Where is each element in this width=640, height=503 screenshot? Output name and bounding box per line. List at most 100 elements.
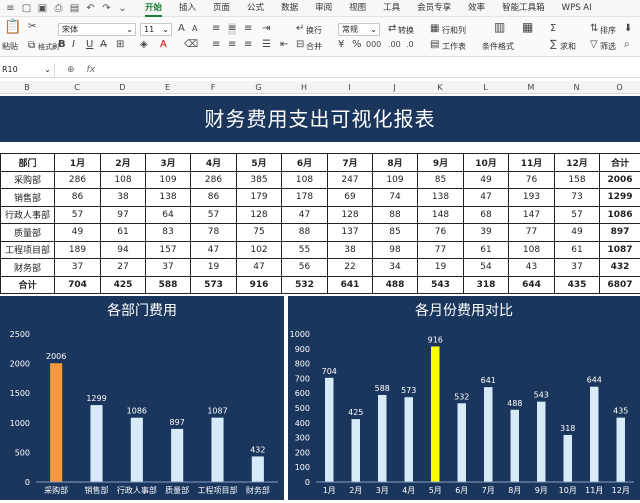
header-cell[interactable]: 5月 [237,154,282,172]
total-value-cell[interactable]: 573 [191,276,237,294]
value-cell[interactable]: 179 [237,189,282,207]
worksheet-icon[interactable]: ▤ [430,39,439,51]
paste-button[interactable]: 粘贴 [2,41,18,52]
value-cell[interactable]: 2006 [600,171,640,189]
row-col-icon[interactable]: ▦ [430,23,439,35]
value-cell[interactable]: 128 [237,206,282,224]
value-cell[interactable]: 286 [55,171,101,189]
bar[interactable] [537,402,545,482]
value-cell[interactable]: 38 [101,189,146,207]
total-value-cell[interactable]: 488 [373,276,418,294]
value-cell[interactable]: 97 [101,206,146,224]
value-cell[interactable]: 38 [328,241,373,259]
bar[interactable] [511,410,519,482]
column-header[interactable]: N [554,81,599,94]
value-cell[interactable]: 108 [282,171,328,189]
fill-color-icon[interactable]: ◈ [140,39,148,51]
value-cell[interactable]: 86 [191,189,237,207]
bar[interactable] [458,403,466,482]
eraser-icon[interactable]: ⌫ [184,39,198,51]
value-cell[interactable]: 43 [509,259,555,277]
department-cell[interactable]: 行政人事部 [1,206,55,224]
column-header[interactable]: G [236,81,281,94]
value-cell[interactable]: 61 [464,241,509,259]
currency-icon[interactable]: ¥ [338,39,344,51]
column-header[interactable]: L [463,81,508,94]
underline-icon[interactable]: U [86,39,93,51]
bar[interactable] [252,456,264,482]
value-cell[interactable]: 385 [237,171,282,189]
font-grow-icon[interactable]: A [178,23,185,35]
tab-9[interactable]: 效率 [468,0,485,17]
value-cell[interactable]: 56 [282,259,328,277]
total-value-cell[interactable]: 425 [101,276,146,294]
value-cell[interactable]: 1299 [600,189,640,207]
column-header[interactable]: K [417,81,463,94]
value-cell[interactable]: 178 [282,189,328,207]
value-cell[interactable]: 86 [55,189,101,207]
value-cell[interactable]: 98 [373,241,418,259]
column-header[interactable]: D [100,81,145,94]
worksheet-button[interactable]: 工作表 [442,41,466,52]
value-cell[interactable]: 138 [418,189,464,207]
increase-decimal-icon[interactable]: .00 [388,39,401,51]
header-cell[interactable]: 8月 [373,154,418,172]
chevron-down-icon[interactable]: ⌄ [117,3,128,14]
value-cell[interactable]: 138 [146,189,191,207]
bar[interactable] [90,405,102,482]
header-cell[interactable]: 1月 [55,154,101,172]
comma-icon[interactable]: 000 [366,39,381,51]
convert-button[interactable]: 转换 [398,25,414,36]
conditional-format-icon[interactable]: ▥ [494,21,505,33]
value-cell[interactable]: 54 [464,259,509,277]
value-cell[interactable]: 286 [191,171,237,189]
bar[interactable] [590,387,598,482]
tab-10[interactable]: 智能工具箱 [502,0,545,17]
tab-0[interactable]: 开始 [145,0,162,17]
value-cell[interactable]: 1087 [600,241,640,259]
value-cell[interactable]: 55 [282,241,328,259]
wrap-button[interactable]: 换行 [306,25,322,36]
formula-input[interactable] [95,63,640,77]
value-cell[interactable]: 88 [282,224,328,242]
value-cell[interactable]: 189 [55,241,101,259]
tab-7[interactable]: 工具 [383,0,400,17]
sum-button[interactable]: 求和 [560,41,576,52]
header-cell[interactable]: 12月 [555,154,600,172]
font-size-select[interactable]: 11⌄ [140,23,172,36]
bar[interactable] [50,363,62,482]
bold-icon[interactable]: B [58,39,66,51]
name-box[interactable]: R10⌄ [0,63,55,77]
value-cell[interactable]: 49 [555,224,600,242]
total-value-cell[interactable]: 644 [509,276,555,294]
undo-icon[interactable]: ↶ [85,3,96,14]
table-style-icon[interactable]: ▦ [522,21,533,33]
header-cell[interactable]: 10月 [464,154,509,172]
value-cell[interactable]: 47 [237,259,282,277]
tab-5[interactable]: 审阅 [315,0,332,17]
value-cell[interactable]: 85 [373,224,418,242]
value-cell[interactable]: 109 [373,171,418,189]
value-cell[interactable]: 27 [101,259,146,277]
value-cell[interactable]: 76 [509,171,555,189]
value-cell[interactable]: 432 [600,259,640,277]
total-value-cell[interactable]: 435 [555,276,600,294]
value-cell[interactable]: 108 [101,171,146,189]
value-cell[interactable]: 83 [146,224,191,242]
bar[interactable] [564,435,572,482]
align-left-icon[interactable]: ≡ [212,39,220,51]
percent-icon[interactable]: % [352,39,362,51]
value-cell[interactable]: 77 [509,224,555,242]
find-icon[interactable]: ⌕ [624,39,630,51]
value-cell[interactable]: 128 [328,206,373,224]
sum-icon[interactable]: Σ [550,23,556,35]
tab-1[interactable]: 插入 [179,0,196,17]
value-cell[interactable]: 57 [191,206,237,224]
column-header[interactable]: F [190,81,236,94]
bar[interactable] [171,429,183,482]
value-cell[interactable]: 34 [373,259,418,277]
bar[interactable] [405,397,413,482]
tab-3[interactable]: 公式 [247,0,264,17]
conditional-format-button[interactable]: 条件格式 [482,41,514,52]
total-value-cell[interactable]: 916 [237,276,282,294]
